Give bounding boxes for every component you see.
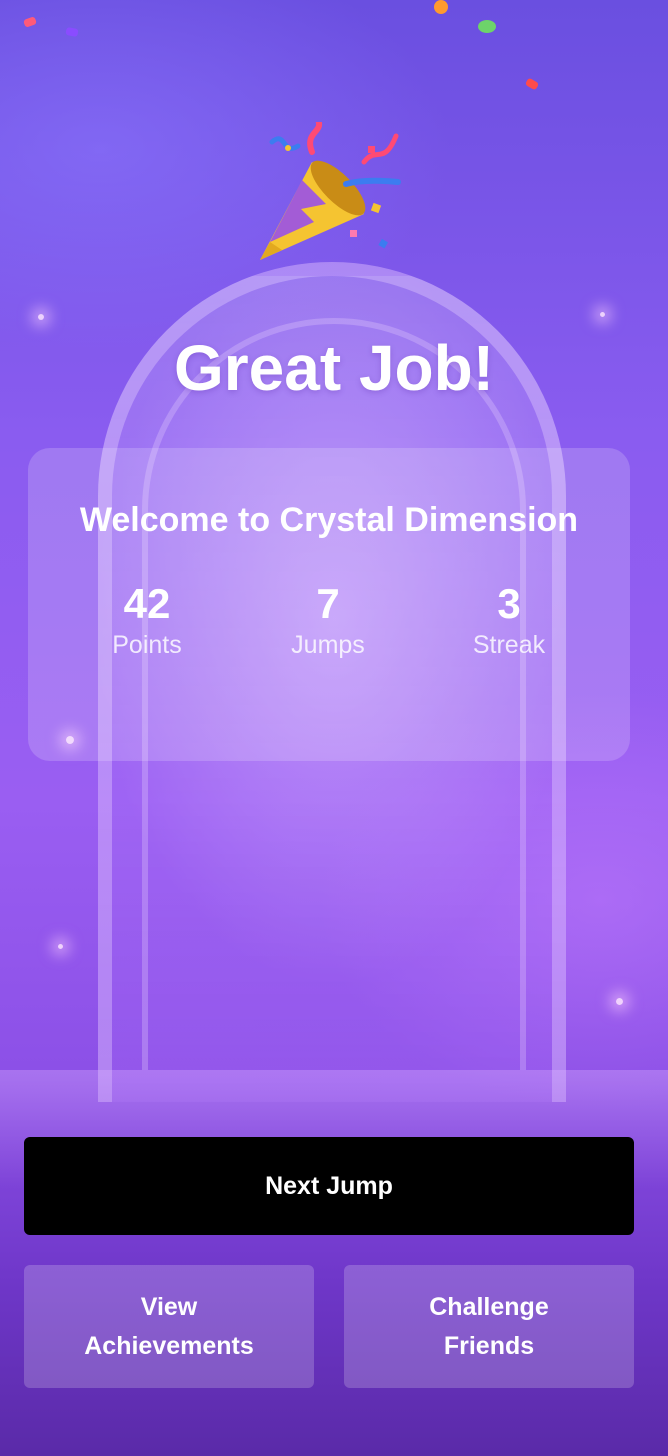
party-popper-icon	[252, 117, 402, 272]
stat-value: 42	[123, 580, 171, 627]
sparkle	[58, 944, 63, 949]
dimension-heading: Welcome to Crystal Dimension	[79, 501, 579, 539]
page-title: Great Job!	[173, 332, 495, 404]
view-achievements-button[interactable]: View Achievements	[24, 1265, 314, 1388]
sparkle	[600, 312, 605, 317]
challenge-friends-button[interactable]: Challenge Friends	[344, 1265, 634, 1388]
confetti-piece	[65, 27, 79, 37]
confetti-piece	[434, 0, 448, 14]
stat-label: Points	[112, 631, 182, 659]
stat-points: 42 Points	[57, 578, 237, 660]
stat-value: 7	[316, 580, 340, 627]
sparkle	[38, 314, 44, 320]
sparkle	[616, 998, 623, 1005]
stat-label: Jumps	[291, 631, 365, 659]
confetti-piece	[478, 20, 496, 33]
next-jump-button[interactable]: Next Jump	[24, 1137, 634, 1235]
stat-value: 3	[497, 580, 521, 627]
stat-jumps: 7 Jumps	[238, 578, 418, 660]
confetti-piece	[22, 16, 38, 28]
stat-streak: 3 Streak	[419, 578, 599, 660]
summary-card: Welcome to Crystal Dimension 42 Points 7…	[28, 448, 630, 761]
confetti-piece	[524, 77, 540, 91]
stat-label: Streak	[472, 631, 546, 659]
